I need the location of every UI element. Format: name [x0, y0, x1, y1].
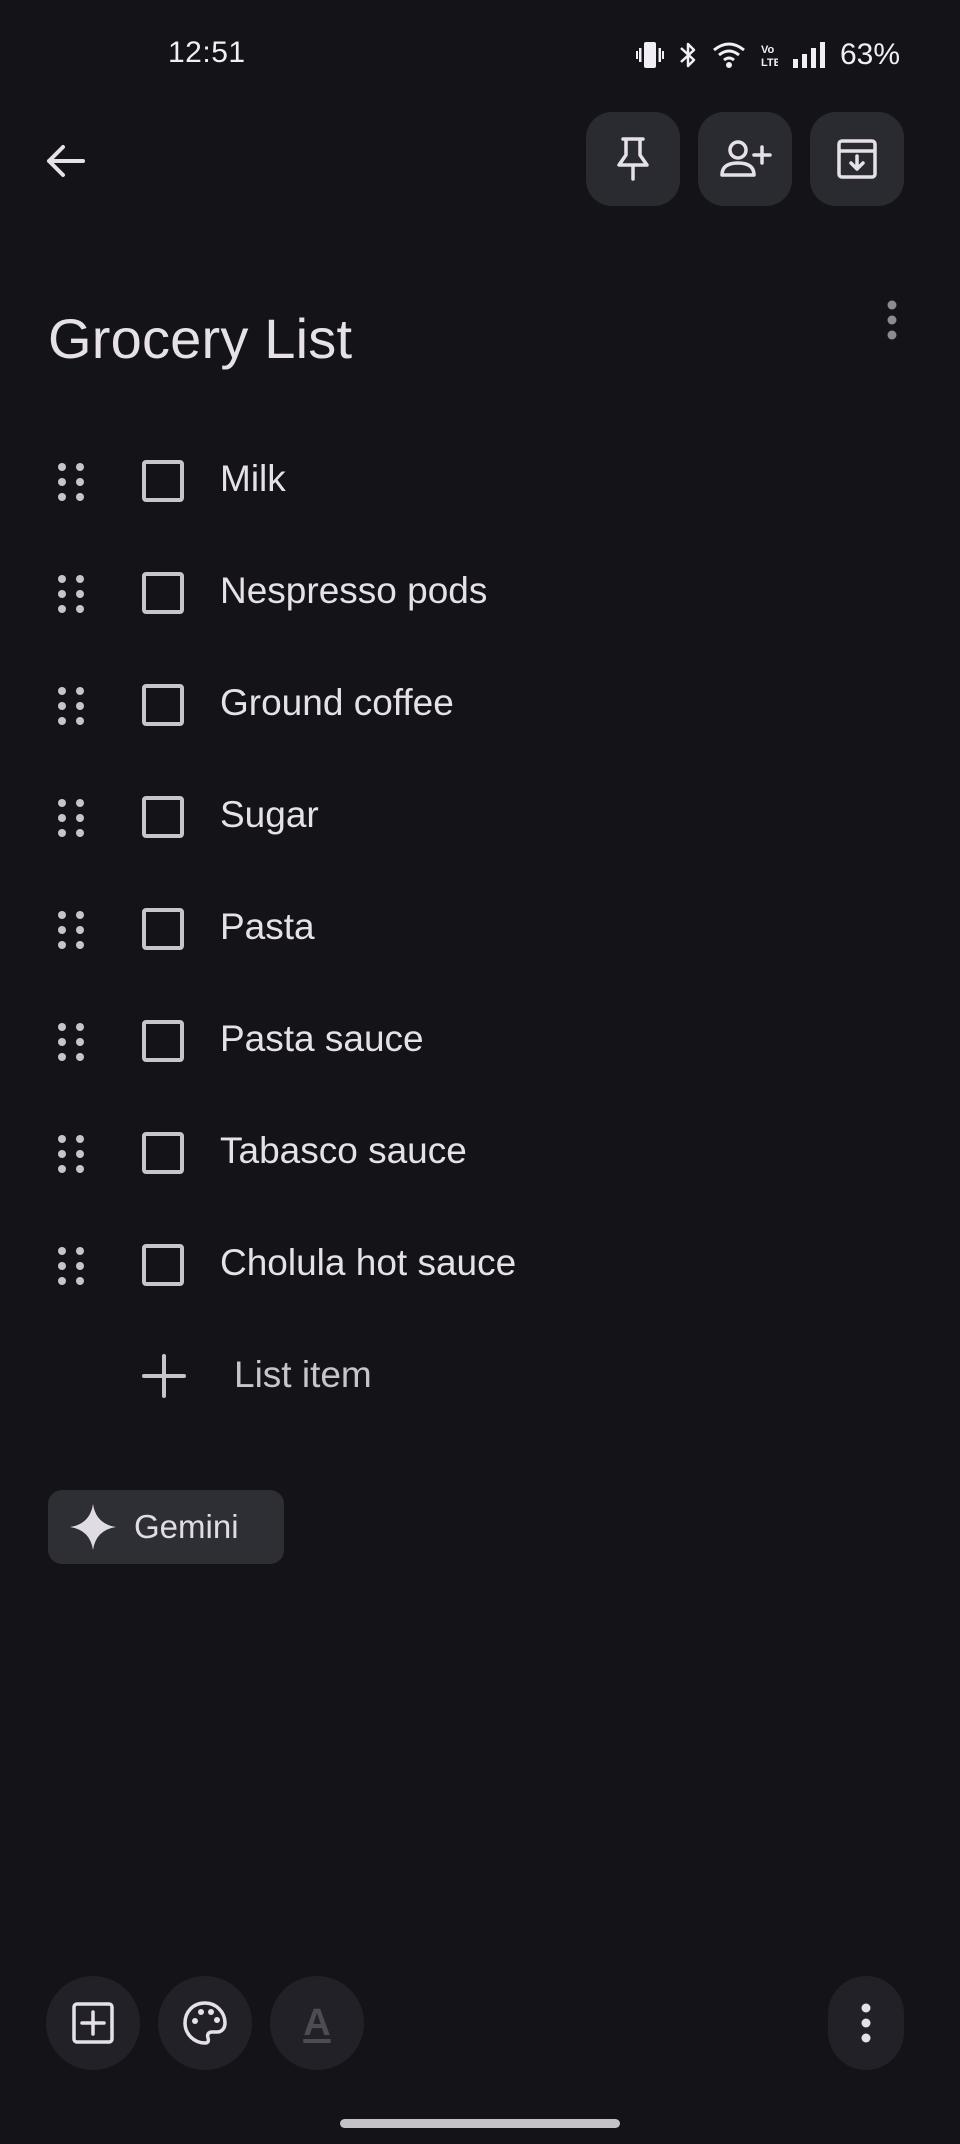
add-collaborator-button[interactable]	[698, 112, 792, 206]
checklist-item[interactable]: Sugar	[0, 760, 960, 872]
checklist-item-text[interactable]: Cholula hot sauce	[220, 1242, 516, 1284]
checklist-item[interactable]: Nespresso pods	[0, 536, 960, 648]
checklist-item-text[interactable]: Tabasco sauce	[220, 1130, 467, 1172]
checkbox[interactable]	[142, 684, 184, 726]
drag-handle-icon[interactable]	[54, 1134, 88, 1174]
checkbox[interactable]	[142, 796, 184, 838]
checklist-item[interactable]: Pasta sauce	[0, 984, 960, 1096]
checklist-item[interactable]: Tabasco sauce	[0, 1096, 960, 1208]
checklist: Milk Nespresso pods Ground coffee Sugar Past…	[0, 424, 960, 1320]
checklist-item[interactable]: Milk	[0, 424, 960, 536]
volte-icon: Vo LTE	[760, 41, 778, 69]
status-time: 12:51	[168, 36, 246, 69]
gemini-button[interactable]: Gemini	[48, 1490, 284, 1564]
checklist-item-text[interactable]: Pasta sauce	[220, 1018, 424, 1060]
battery-percent: 63%	[839, 38, 900, 71]
gemini-sparkle-icon	[70, 1504, 116, 1550]
add-list-item-label: List item	[234, 1354, 372, 1395]
checkbox[interactable]	[142, 1132, 184, 1174]
checklist-item[interactable]: Pasta	[0, 872, 960, 984]
archive-button[interactable]	[810, 112, 904, 206]
add-collaborator-icon	[720, 140, 772, 177]
drag-handle-icon[interactable]	[54, 798, 88, 838]
checklist-item-text[interactable]: Sugar	[220, 794, 319, 836]
wifi-icon	[712, 41, 746, 69]
drag-handle-icon[interactable]	[54, 462, 88, 502]
more-vert-icon	[861, 2003, 871, 2043]
background-options-button[interactable]	[158, 1976, 252, 2070]
drag-handle-icon[interactable]	[54, 910, 88, 950]
checklist-item-text[interactable]: Pasta	[220, 906, 315, 948]
note-title[interactable]: Grocery List	[48, 306, 352, 371]
checklist-item-text[interactable]: Nespresso pods	[220, 570, 487, 612]
text-format-icon: A	[303, 2001, 331, 2044]
signal-icon	[792, 42, 826, 68]
checklist-item-text[interactable]: Milk	[220, 458, 286, 500]
checklist-item[interactable]: Ground coffee	[0, 648, 960, 760]
checklist-item-text[interactable]: Ground coffee	[220, 682, 454, 724]
bluetooth-icon	[678, 40, 698, 70]
pin-button[interactable]	[586, 112, 680, 206]
add-list-item-button[interactable]: List item	[0, 1320, 960, 1432]
palette-icon	[183, 2001, 227, 2045]
note-editor-screen: 12:51 Vo LTE 63% Grocery List Milk Nespr…	[0, 0, 960, 2144]
drag-handle-icon[interactable]	[54, 1246, 88, 1286]
arrow-back-icon	[47, 145, 85, 177]
drag-handle-icon[interactable]	[54, 686, 88, 726]
more-options-button[interactable]	[828, 1976, 904, 2070]
gemini-label: Gemini	[134, 1508, 239, 1545]
checkbox[interactable]	[142, 460, 184, 502]
checkbox[interactable]	[142, 572, 184, 614]
add-box-icon	[72, 2002, 114, 2044]
svg-text:LTE: LTE	[761, 57, 778, 69]
status-bar: 12:51 Vo LTE 63%	[0, 0, 960, 110]
more-vert-icon	[887, 300, 897, 340]
drag-handle-icon[interactable]	[54, 574, 88, 614]
back-button[interactable]	[30, 126, 100, 196]
vibrate-icon	[635, 40, 664, 70]
home-indicator[interactable]	[340, 2119, 620, 2128]
plus-icon	[142, 1354, 186, 1398]
status-icons: Vo LTE 63%	[635, 36, 900, 74]
checkbox[interactable]	[142, 908, 184, 950]
pin-icon	[617, 137, 649, 181]
add-content-button[interactable]	[46, 1976, 140, 2070]
checkbox[interactable]	[142, 1020, 184, 1062]
note-options-button[interactable]	[872, 296, 912, 344]
drag-handle-icon[interactable]	[54, 1022, 88, 1062]
svg-text:Vo: Vo	[761, 44, 775, 56]
archive-icon	[837, 139, 877, 179]
text-format-button[interactable]: A	[270, 1976, 364, 2070]
checklist-item[interactable]: Cholula hot sauce	[0, 1208, 960, 1320]
checkbox[interactable]	[142, 1244, 184, 1286]
